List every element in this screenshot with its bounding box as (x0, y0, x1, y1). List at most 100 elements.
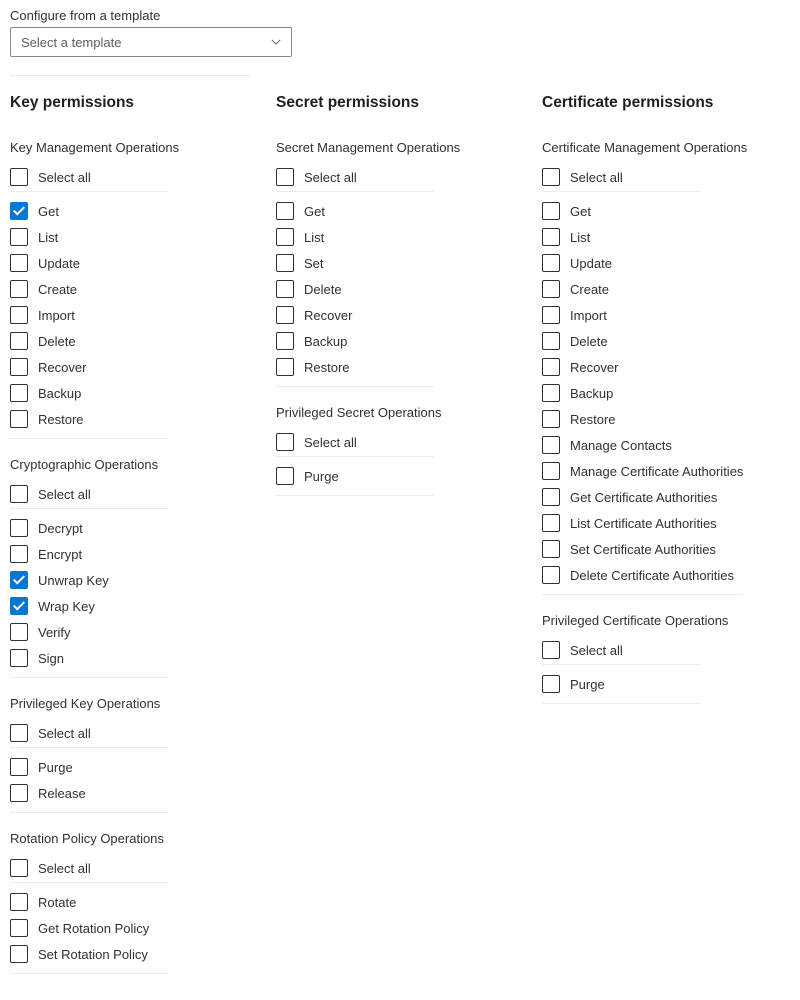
option-checkbox[interactable] (10, 571, 28, 589)
option-label: Encrypt (38, 547, 82, 562)
select-all-checkbox[interactable] (542, 641, 560, 659)
option-checkbox[interactable] (542, 306, 560, 324)
option-label: Decrypt (38, 521, 83, 536)
option-checkbox[interactable] (542, 540, 560, 558)
option-label: Delete (38, 334, 76, 349)
option-checkbox[interactable] (10, 280, 28, 298)
option-checkbox[interactable] (10, 384, 28, 402)
option-label: Backup (304, 334, 347, 349)
option-checkbox[interactable] (542, 384, 560, 402)
option-checkbox[interactable] (542, 202, 560, 220)
option-checkbox[interactable] (10, 784, 28, 802)
permission-group: Rotation Policy OperationsSelect allRota… (10, 831, 248, 974)
option-checkbox[interactable] (10, 519, 28, 537)
select-all-label: Select all (304, 435, 357, 450)
option-checkbox[interactable] (10, 254, 28, 272)
select-all-checkbox[interactable] (10, 859, 28, 877)
option-checkbox[interactable] (10, 623, 28, 641)
option-checkbox[interactable] (276, 202, 294, 220)
select-all-checkbox[interactable] (10, 485, 28, 503)
option-checkbox[interactable] (542, 462, 560, 480)
select-all-checkbox[interactable] (10, 168, 28, 186)
option-checkbox[interactable] (276, 467, 294, 485)
option-row: Manage Certificate Authorities (542, 458, 743, 484)
option-row: Get Certificate Authorities (542, 484, 743, 510)
option-checkbox[interactable] (542, 254, 560, 272)
option-checkbox[interactable] (542, 280, 560, 298)
option-checkbox[interactable] (542, 228, 560, 246)
select-all-row: Select all (10, 854, 168, 883)
option-checkbox[interactable] (542, 436, 560, 454)
option-checkbox[interactable] (10, 545, 28, 563)
option-list: GetListUpdateCreateImportDeleteRecoverBa… (10, 198, 168, 439)
option-label: Purge (304, 469, 339, 484)
option-checkbox[interactable] (542, 358, 560, 376)
option-label: List (38, 230, 58, 245)
select-all-label: Select all (38, 487, 91, 502)
option-checkbox[interactable] (542, 566, 560, 584)
option-row: Delete (542, 328, 743, 354)
option-label: Update (38, 256, 80, 271)
select-all-row: Select all (10, 480, 168, 509)
option-label: Get (570, 204, 591, 219)
option-checkbox[interactable] (10, 597, 28, 615)
option-label: Delete (570, 334, 608, 349)
option-checkbox[interactable] (542, 488, 560, 506)
select-all-checkbox[interactable] (10, 724, 28, 742)
option-list: DecryptEncryptUnwrap KeyWrap KeyVerifySi… (10, 515, 168, 678)
option-checkbox[interactable] (276, 358, 294, 376)
option-label: Backup (38, 386, 81, 401)
option-checkbox[interactable] (10, 649, 28, 667)
option-label: Manage Contacts (570, 438, 672, 453)
option-checkbox[interactable] (276, 280, 294, 298)
select-all-label: Select all (570, 170, 623, 185)
group-title: Privileged Secret Operations (276, 405, 514, 420)
option-checkbox[interactable] (10, 945, 28, 963)
option-checkbox[interactable] (276, 254, 294, 272)
option-row: Update (542, 250, 743, 276)
option-checkbox[interactable] (10, 228, 28, 246)
option-checkbox[interactable] (10, 410, 28, 428)
option-label: Rotate (38, 895, 76, 910)
option-checkbox[interactable] (10, 358, 28, 376)
option-row: Backup (10, 380, 168, 406)
option-checkbox[interactable] (542, 514, 560, 532)
option-row: Purge (276, 463, 434, 489)
option-checkbox[interactable] (10, 202, 28, 220)
option-checkbox[interactable] (276, 228, 294, 246)
option-checkbox[interactable] (542, 332, 560, 350)
option-checkbox[interactable] (10, 332, 28, 350)
option-row: Encrypt (10, 541, 168, 567)
option-label: Create (570, 282, 609, 297)
permissions-column: Key permissionsKey Management Operations… (10, 94, 248, 992)
option-checkbox[interactable] (276, 332, 294, 350)
option-row: Get (276, 198, 434, 224)
option-checkbox[interactable] (10, 306, 28, 324)
option-list: GetListUpdateCreateImportDeleteRecoverBa… (542, 198, 743, 595)
select-all-checkbox[interactable] (276, 168, 294, 186)
option-row: Restore (276, 354, 434, 380)
option-row: Wrap Key (10, 593, 168, 619)
select-all-label: Select all (38, 726, 91, 741)
select-all-label: Select all (38, 170, 91, 185)
permissions-column: Secret permissionsSecret Management Oper… (276, 94, 514, 992)
option-row: List Certificate Authorities (542, 510, 743, 536)
option-checkbox[interactable] (542, 675, 560, 693)
option-row: Set Rotation Policy (10, 941, 168, 967)
option-checkbox[interactable] (10, 919, 28, 937)
option-label: Release (38, 786, 86, 801)
select-all-checkbox[interactable] (276, 433, 294, 451)
permission-group: Cryptographic OperationsSelect allDecryp… (10, 457, 248, 678)
option-checkbox[interactable] (276, 306, 294, 324)
option-row: Backup (276, 328, 434, 354)
select-all-checkbox[interactable] (542, 168, 560, 186)
option-label: Purge (570, 677, 605, 692)
option-row: Unwrap Key (10, 567, 168, 593)
template-dropdown[interactable]: Select a template (10, 27, 292, 57)
option-row: Rotate (10, 889, 168, 915)
option-checkbox[interactable] (10, 758, 28, 776)
option-checkbox[interactable] (10, 893, 28, 911)
option-checkbox[interactable] (542, 410, 560, 428)
option-label: List Certificate Authorities (570, 516, 717, 531)
option-row: Delete Certificate Authorities (542, 562, 743, 588)
